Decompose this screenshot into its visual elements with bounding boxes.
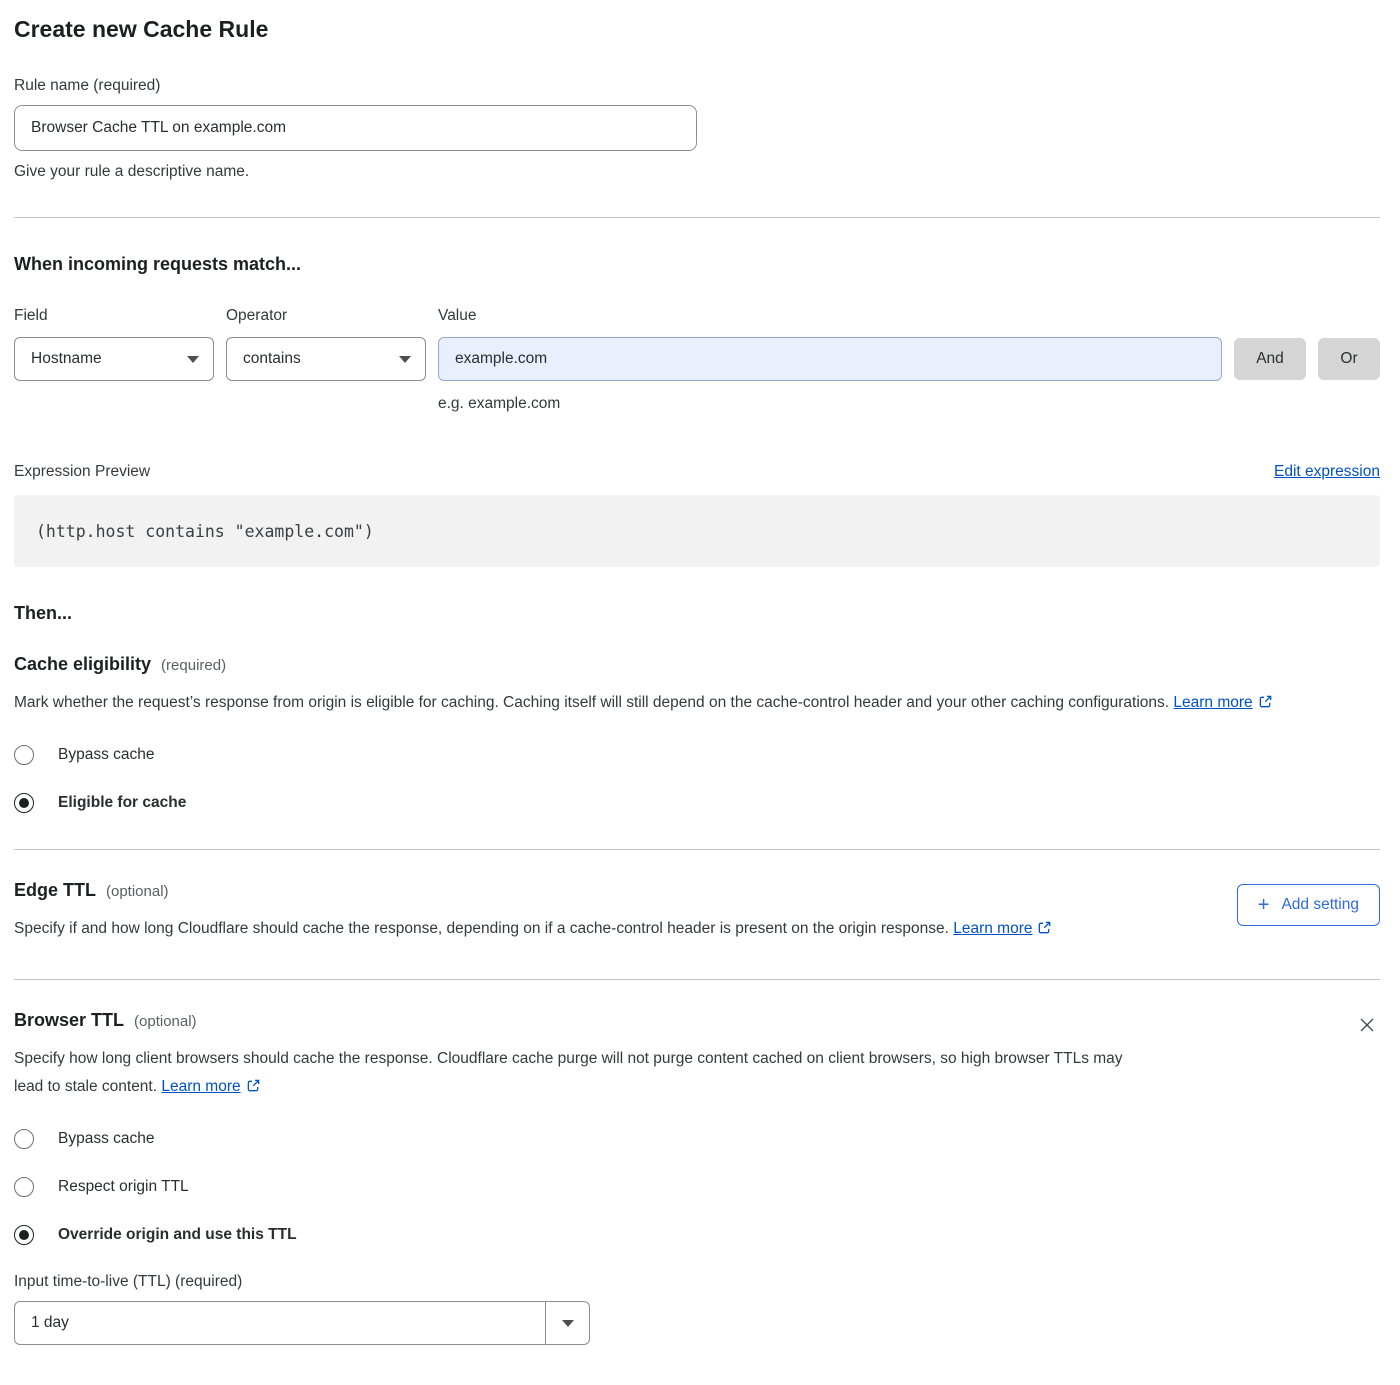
then-heading: Then... [14, 603, 1380, 624]
edge-ttl-description-text: Specify if and how long Cloudflare shoul… [14, 920, 949, 937]
match-section: When incoming requests match... Field Op… [14, 254, 1380, 413]
cache-eligibility-radio-group: Bypass cache Eligible for cache [14, 745, 1380, 813]
external-link-icon [246, 1078, 261, 1093]
radio-eligible-for-cache[interactable]: Eligible for cache [14, 793, 1380, 813]
ttl-input-field: Input time-to-live (TTL) (required) 1 da… [14, 1273, 1380, 1345]
edge-ttl-description: Specify if and how long Cloudflare shoul… [14, 915, 1052, 943]
operator-select[interactable]: contains [226, 337, 426, 381]
caret-down-icon [562, 1320, 574, 1327]
field-select[interactable]: Hostname [14, 337, 214, 381]
close-icon [1358, 1016, 1376, 1034]
field-label: Field [14, 307, 214, 325]
edge-ttl-optional-badge: (optional) [106, 883, 169, 900]
radio-label: Eligible for cache [58, 794, 186, 812]
match-heading: When incoming requests match... [14, 254, 1380, 275]
expression-section: Expression Preview Edit expression (http… [14, 463, 1380, 567]
edge-ttl-section: Edge TTL (optional) Specify if and how l… [14, 880, 1380, 943]
radio-circle [14, 1177, 34, 1197]
external-link-icon [1037, 920, 1052, 935]
caret-down-icon [399, 356, 411, 363]
radio-override-origin-ttl[interactable]: Override origin and use this TTL [14, 1225, 1380, 1245]
cache-eligibility-section: Cache eligibility (required) Mark whethe… [14, 654, 1380, 813]
operator-select-value: contains [243, 350, 301, 368]
and-button[interactable]: And [1234, 338, 1306, 380]
rule-name-input[interactable] [14, 105, 697, 151]
rule-name-help: Give your rule a descriptive name. [14, 163, 1380, 181]
value-input[interactable] [438, 337, 1222, 381]
cache-eligibility-description: Mark whether the request’s response from… [14, 689, 1359, 717]
radio-label: Bypass cache [58, 746, 155, 764]
radio-circle [14, 793, 34, 813]
radio-circle [14, 1225, 34, 1245]
cache-eligibility-title: Cache eligibility [14, 654, 151, 675]
section-divider [14, 217, 1380, 218]
add-setting-button[interactable]: + Add setting [1237, 884, 1380, 926]
radio-circle [14, 745, 34, 765]
add-setting-label: Add setting [1281, 896, 1359, 914]
browser-ttl-title: Browser TTL [14, 1010, 124, 1031]
remove-browser-ttl-button[interactable] [1354, 1012, 1380, 1038]
external-link-icon [1258, 694, 1273, 709]
value-help: e.g. example.com [438, 395, 1222, 413]
cache-eligibility-learn-more-link[interactable]: Learn more [1173, 694, 1252, 711]
section-divider [14, 979, 1380, 980]
edit-expression-link[interactable]: Edit expression [1274, 463, 1380, 481]
section-divider [14, 849, 1380, 850]
browser-ttl-learn-more-link[interactable]: Learn more [161, 1078, 240, 1095]
ttl-input-label: Input time-to-live (TTL) (required) [14, 1273, 1380, 1291]
radio-label: Bypass cache [58, 1130, 155, 1148]
value-label: Value [438, 307, 1222, 325]
radio-label: Override origin and use this TTL [58, 1226, 297, 1244]
radio-bypass-cache[interactable]: Bypass cache [14, 745, 1380, 765]
or-button[interactable]: Or [1318, 338, 1380, 380]
browser-ttl-section: Browser TTL (optional) Specify how long … [14, 1010, 1380, 1345]
cache-eligibility-required-badge: (required) [161, 657, 226, 674]
browser-ttl-radio-group: Bypass cache Respect origin TTL Override… [14, 1129, 1380, 1245]
radio-respect-origin-ttl[interactable]: Respect origin TTL [14, 1177, 1380, 1197]
rule-name-section: Rule name (required) Give your rule a de… [14, 77, 1380, 181]
edge-ttl-title: Edge TTL [14, 880, 96, 901]
match-condition-row: Field Operator Value Hostname contains A… [14, 307, 1380, 413]
radio-circle [14, 1129, 34, 1149]
ttl-select-caret-segment[interactable] [545, 1302, 589, 1344]
expression-code: (http.host contains "example.com") [36, 522, 374, 541]
field-select-value: Hostname [31, 350, 102, 368]
cache-eligibility-description-text: Mark whether the request’s response from… [14, 694, 1169, 711]
operator-label: Operator [226, 307, 426, 325]
radio-label: Respect origin TTL [58, 1178, 189, 1196]
ttl-select[interactable]: 1 day [14, 1301, 590, 1345]
expression-code-block: (http.host contains "example.com") [14, 495, 1380, 567]
edge-ttl-learn-more-link[interactable]: Learn more [953, 920, 1032, 937]
page-title: Create new Cache Rule [14, 16, 1380, 43]
ttl-select-value: 1 day [15, 1302, 545, 1344]
plus-icon: + [1258, 895, 1270, 915]
browser-ttl-description: Specify how long client browsers should … [14, 1045, 1124, 1101]
rule-name-label: Rule name (required) [14, 77, 1380, 95]
expression-preview-label: Expression Preview [14, 463, 150, 481]
browser-ttl-optional-badge: (optional) [134, 1013, 197, 1030]
caret-down-icon [187, 356, 199, 363]
radio-bypass-cache[interactable]: Bypass cache [14, 1129, 1380, 1149]
